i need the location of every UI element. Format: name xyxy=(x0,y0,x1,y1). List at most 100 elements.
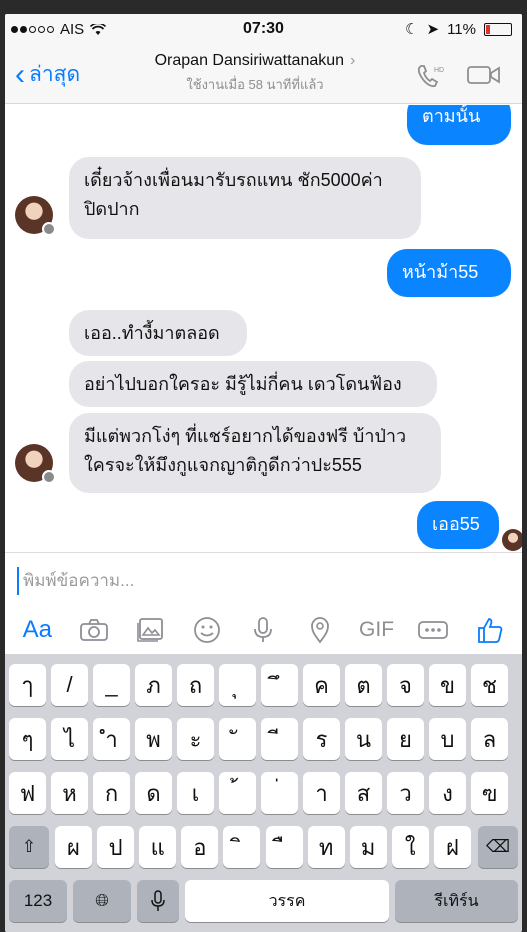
key[interactable]: ถ xyxy=(177,664,214,706)
message-input[interactable] xyxy=(17,567,507,595)
contact-info[interactable]: Orapan Dansiriwattanakun › ใช้งานเมื่อ 58… xyxy=(105,52,405,95)
key[interactable]: ๆ xyxy=(9,718,46,760)
key[interactable]: ผ xyxy=(55,826,92,868)
status-bar: AIS 07:30 ☾ ➤ 11% xyxy=(5,14,522,44)
key[interactable]: ป xyxy=(97,826,135,868)
key[interactable]: ิ xyxy=(223,826,261,868)
message-bubble-incoming[interactable]: อย่าไปบอกใครอะ มีรู้ไม่กี่คน เดวโดนฟ้อง xyxy=(69,361,437,407)
thai-keyboard: ๅ/_ภถุึคตจขช ๆไำพะัีรนยบล ฟหกดเ้่าสวงฃ ⇧… xyxy=(5,654,522,932)
key[interactable]: แ xyxy=(139,826,177,868)
chevron-left-icon: ‹ xyxy=(15,57,25,91)
location-arrow-icon: ➤ xyxy=(426,21,440,38)
key[interactable]: า xyxy=(303,772,340,814)
key[interactable]: ม xyxy=(349,826,387,868)
space-key[interactable]: วรรค xyxy=(185,880,389,922)
key[interactable]: ก xyxy=(93,772,130,814)
key[interactable]: ภ xyxy=(135,664,172,706)
key[interactable]: ่ xyxy=(261,772,298,814)
message-bubble-incoming[interactable]: เดี๋ยวจ้างเพื่อนมารับรถแทน ชัก5000ค่าปิด… xyxy=(69,157,421,239)
key[interactable]: ะ xyxy=(177,718,214,760)
key[interactable]: ส xyxy=(345,772,382,814)
key[interactable]: ห xyxy=(51,772,88,814)
key[interactable]: ี xyxy=(261,718,298,760)
key[interactable]: อ xyxy=(181,826,219,868)
keyboard-row-1: ๅ/_ภถุึคตจขช xyxy=(5,664,522,708)
svg-text:HD: HD xyxy=(434,67,444,74)
active-status: ใช้งานเมื่อ 58 นาทีที่แล้ว xyxy=(186,77,324,92)
key[interactable]: เ xyxy=(177,772,214,814)
message-bubble-incoming[interactable]: เออ..ทำงี้มาตลอด xyxy=(69,310,247,356)
key[interactable]: / xyxy=(51,664,88,706)
key[interactable]: บ xyxy=(429,718,466,760)
key[interactable]: จ xyxy=(387,664,424,706)
key[interactable]: ฟ xyxy=(9,772,46,814)
key[interactable]: ้ xyxy=(219,772,256,814)
keyboard-row-4: ⇧ ⌫ ผปแอิืทมใฝ xyxy=(5,826,522,870)
key[interactable]: ง xyxy=(429,772,466,814)
key[interactable]: ข xyxy=(429,664,466,706)
microphone-icon[interactable] xyxy=(243,614,283,646)
key[interactable]: ุ xyxy=(219,664,256,706)
shift-icon[interactable]: ⇧ xyxy=(9,826,49,868)
composer: Aa GIF xyxy=(5,552,522,652)
message-bubble-outgoing[interactable]: หน้าม้า55 xyxy=(387,249,511,297)
key[interactable]: ๅ xyxy=(9,664,46,706)
key[interactable]: ฝ xyxy=(433,826,471,868)
key[interactable]: น xyxy=(345,718,382,760)
facebook-badge-icon xyxy=(42,470,56,484)
contact-avatar[interactable] xyxy=(15,196,56,236)
key[interactable]: ท xyxy=(307,826,345,868)
facebook-badge-icon xyxy=(42,222,56,236)
keyboard-row-bottom: 123 🌐︎ วรรค รีเทิร์น xyxy=(5,880,522,924)
message-thread[interactable]: ตามนั้น เดี๋ยวจ้างเพื่อนมารับรถแทน ชัก50… xyxy=(5,105,522,552)
return-key[interactable]: รีเทิร์น xyxy=(395,880,518,922)
key[interactable]: ล xyxy=(471,718,508,760)
moon-icon: ☾ xyxy=(405,21,419,38)
contact-name: Orapan Dansiriwattanakun xyxy=(154,52,345,69)
photo-gallery-icon[interactable] xyxy=(130,614,170,646)
key[interactable]: พ xyxy=(135,718,172,760)
more-icon[interactable] xyxy=(413,614,453,646)
keyboard-mic-icon[interactable] xyxy=(137,880,179,922)
text-format-icon[interactable]: Aa xyxy=(17,614,57,646)
battery-percent: 11% xyxy=(447,20,476,38)
key[interactable]: ย xyxy=(387,718,424,760)
camera-icon[interactable] xyxy=(74,614,114,646)
contact-avatar[interactable] xyxy=(15,444,56,484)
conversation-header: ‹ ล่าสุด Orapan Dansiriwattanakun › ใช้งา… xyxy=(5,44,522,104)
key[interactable]: ต xyxy=(345,664,382,706)
key[interactable]: ช xyxy=(471,664,508,706)
video-camera-icon[interactable] xyxy=(467,64,501,86)
key[interactable]: _ xyxy=(93,664,130,706)
key[interactable]: ื xyxy=(265,826,303,868)
like-thumb-icon[interactable] xyxy=(470,614,510,646)
battery-icon xyxy=(484,22,512,36)
key[interactable]: ว xyxy=(387,772,424,814)
key[interactable]: ด xyxy=(135,772,172,814)
gif-icon[interactable]: GIF xyxy=(357,614,397,646)
chevron-right-icon: › xyxy=(350,52,356,69)
keyboard-row-3: ฟหกดเ้่าสวงฃ xyxy=(5,772,522,816)
message-bubble-outgoing[interactable]: ตามนั้น xyxy=(407,105,511,145)
phone-hd-icon[interactable]: HD xyxy=(415,62,445,90)
key[interactable]: ึ xyxy=(261,664,298,706)
message-bubble-outgoing[interactable]: เออ55 xyxy=(417,501,499,549)
key[interactable]: ค xyxy=(303,664,340,706)
delete-icon[interactable]: ⌫ xyxy=(478,826,518,868)
key[interactable]: ำ xyxy=(93,718,130,760)
key[interactable]: ใ xyxy=(391,826,429,868)
key[interactable]: ไ xyxy=(51,718,88,760)
seen-avatar xyxy=(502,529,522,551)
phone-screen: AIS 07:30 ☾ ➤ 11% ‹ ล่าสุด Orapan Dansir… xyxy=(5,14,522,932)
key[interactable]: ฃ xyxy=(471,772,508,814)
emoji-icon[interactable] xyxy=(187,614,227,646)
message-bubble-incoming[interactable]: มีแต่พวกโง่ๆ ที่แชร์อยากได้ของฟรี บ้าป่า… xyxy=(69,413,441,493)
key[interactable]: ร xyxy=(303,718,340,760)
contact-name-row: Orapan Dansiriwattanakun › xyxy=(105,52,405,70)
composer-toolbar: Aa GIF xyxy=(5,613,522,647)
back-button[interactable]: ‹ ล่าสุด xyxy=(15,58,80,91)
location-icon[interactable] xyxy=(300,614,340,646)
globe-icon[interactable]: 🌐︎ xyxy=(73,880,131,922)
key[interactable]: ั xyxy=(219,718,256,760)
numbers-key[interactable]: 123 xyxy=(9,880,67,922)
